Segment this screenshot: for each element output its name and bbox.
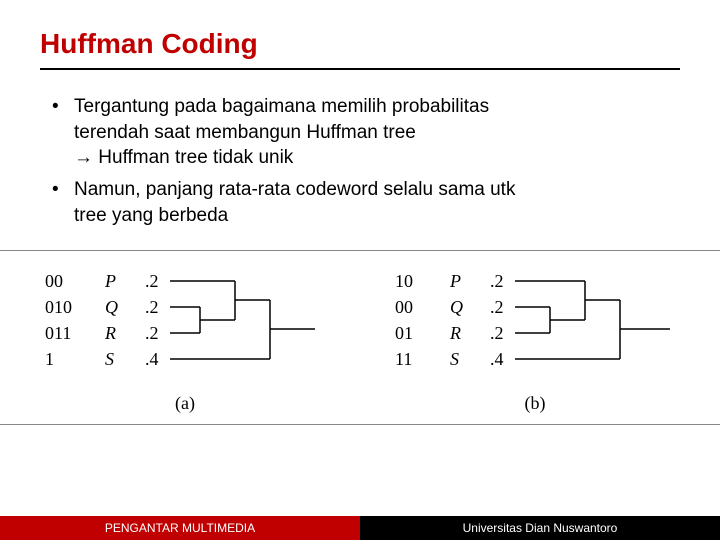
bullet-text: Namun, panjang rata-rata codeword selalu… [74,179,515,200]
tree-lines [515,281,670,359]
symbol-label: Q [450,297,463,317]
symbol-label: S [450,349,459,369]
tree-caption: (a) [175,393,195,414]
prob-label: .2 [490,297,504,317]
symbol-label: R [104,323,116,343]
symbol-label: R [449,323,461,343]
code-label: 00 [45,271,63,291]
prob-label: .2 [145,297,159,317]
symbol-label: Q [105,297,118,317]
bullet-item: Tergantung pada bagaimana memilih probab… [52,94,680,171]
footer-bar: PENGANTAR MULTIMEDIA Universitas Dian Nu… [0,516,720,540]
huffman-tree-b: 10 00 01 11 P Q R S .2 .2 .2 .4 [385,265,685,414]
footer-left: PENGANTAR MULTIMEDIA [0,516,360,540]
bullet-text: terendah saat membangun Huffman tree [74,120,680,146]
prob-label: .2 [145,323,159,343]
slide-title: Huffman Coding [40,28,680,70]
prob-label: .2 [490,271,504,291]
footer-right: Universitas Dian Nuswantoro [360,516,720,540]
symbol-label: S [105,349,114,369]
bullet-item: Namun, panjang rata-rata codeword selalu… [52,177,680,228]
code-label: 010 [45,297,72,317]
code-label: 10 [395,271,413,291]
prob-label: .2 [490,323,504,343]
bullet-list: Tergantung pada bagaimana memilih probab… [40,94,680,228]
code-label: 11 [395,349,412,369]
prob-label: .2 [145,271,159,291]
tree-svg: 00 010 011 1 P Q R S .2 .2 .2 .4 [35,265,335,385]
code-label: 01 [395,323,413,343]
slide: Huffman Coding Tergantung pada bagaimana… [0,0,720,425]
tree-lines [170,281,315,359]
diagram-figure: 00 010 011 1 P Q R S .2 .2 .2 .4 [0,250,720,425]
code-label: 1 [45,349,54,369]
symbol-label: P [104,271,116,291]
bullet-text: Huffman tree tidak unik [98,147,293,168]
tree-svg: 10 00 01 11 P Q R S .2 .2 .2 .4 [385,265,685,385]
huffman-tree-a: 00 010 011 1 P Q R S .2 .2 .2 .4 [35,265,335,414]
diagram-row: 00 010 011 1 P Q R S .2 .2 .2 .4 [0,250,720,425]
symbol-label: P [449,271,461,291]
code-label: 011 [45,323,71,343]
tree-caption: (b) [525,393,546,414]
prob-label: .4 [145,349,159,369]
arrow-icon: → [74,147,93,168]
code-label: 00 [395,297,413,317]
bullet-text: Tergantung pada bagaimana memilih probab… [74,96,489,117]
bullet-text: → Huffman tree tidak unik [74,145,680,171]
bullet-text: tree yang berbeda [74,203,680,229]
prob-label: .4 [490,349,504,369]
